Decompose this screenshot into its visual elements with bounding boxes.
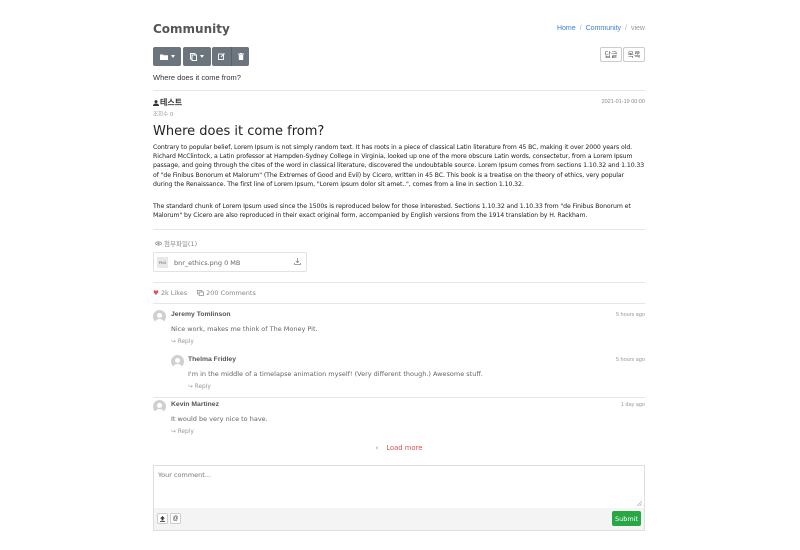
attachments-count: 첨부파일(1): [164, 240, 198, 248]
breadcrumb-community[interactable]: Community: [586, 25, 621, 32]
page-header: Community Home / Community / view: [153, 22, 645, 38]
comment-text: I'm in the middle of a timelapse animati…: [188, 370, 483, 378]
comment-reply-link[interactable]: ↪ Reply: [188, 384, 211, 390]
chevron-left-icon: ‹: [375, 444, 379, 452]
copy-icon: [190, 52, 197, 61]
post-stats: ♥ 2k Likes 200 Comments: [153, 289, 256, 297]
delete-button[interactable]: [231, 47, 249, 66]
divider: [153, 303, 645, 304]
trash-icon: [237, 53, 244, 60]
view-count: 조회수 0: [153, 112, 174, 118]
reply-label: Reply: [177, 429, 194, 435]
folder-dropdown-button[interactable]: [153, 47, 181, 66]
file-type-icon: PNG: [157, 257, 168, 268]
reply-label: Reply: [177, 339, 194, 345]
load-more-button[interactable]: ‹ Load more: [153, 444, 645, 452]
avatar: [171, 355, 184, 368]
reply-icon: ↪: [171, 429, 178, 435]
comment-text: It would be very nice to have.: [171, 415, 268, 423]
attachments-label: 첨부파일(1): [155, 238, 197, 248]
breadcrumb-current: view: [630, 25, 645, 32]
load-more-label: Load more: [386, 444, 423, 452]
avatar: [153, 400, 166, 413]
likes-count: 2k Likes: [160, 289, 188, 297]
divider: [153, 397, 645, 398]
comment-text: Nice work, makes me think of The Money P…: [171, 325, 318, 333]
comment-author[interactable]: Thelma Fridley: [188, 356, 236, 363]
comment-time: 5 hours ago: [615, 357, 645, 363]
avatar: [153, 310, 166, 323]
author-name: 테스트: [160, 98, 183, 107]
comments-stat: 200 Comments: [197, 289, 256, 297]
comment-reply-link[interactable]: ↪ Reply: [171, 339, 194, 345]
breadcrumb-home[interactable]: Home: [557, 25, 576, 32]
reply-icon: ↪: [171, 339, 178, 345]
submit-button[interactable]: Submit: [612, 511, 641, 526]
comments-count: 200 Comments: [206, 289, 256, 297]
divider: [153, 229, 645, 230]
file-name: bnr_ethics.png 0 MB: [174, 259, 241, 267]
chevron-down-icon: [200, 55, 204, 58]
upload-button[interactable]: [157, 513, 168, 524]
upload-icon: [160, 515, 165, 522]
attachment-item[interactable]: PNG bnr_ethics.png 0 MB: [153, 252, 307, 272]
comment-time: 1 day ago: [620, 402, 645, 408]
post-subject: Where does it come from?: [153, 73, 241, 82]
post-paragraph: Contrary to popular belief, Lorem Ipsum …: [153, 144, 645, 188]
list-button[interactable]: 목록: [623, 47, 645, 62]
divider: [153, 90, 645, 91]
mention-button[interactable]: @: [170, 513, 181, 524]
comment-form: @ Submit: [153, 465, 645, 531]
post-toolbar: 답글 목록: [153, 47, 645, 67]
user-icon: [153, 99, 159, 106]
download-icon[interactable]: [294, 258, 301, 265]
edit-button[interactable]: [212, 47, 231, 66]
reply-label: Reply: [194, 384, 211, 390]
page-title: Community: [153, 22, 230, 36]
breadcrumb-separator: /: [579, 25, 582, 32]
copy-dropdown-button[interactable]: [183, 47, 211, 66]
breadcrumb-separator: /: [625, 25, 627, 32]
chevron-down-icon: [170, 55, 175, 58]
comment-time: 5 hours ago: [615, 312, 645, 318]
divider: [153, 282, 645, 283]
comment-reply-link[interactable]: ↪ Reply: [171, 429, 194, 435]
post-date: 2021-01-19 00:00: [601, 99, 645, 105]
comment-icon: [197, 290, 205, 296]
post-paragraph: The standard chunk of Lorem Ipsum used s…: [153, 203, 631, 220]
comment-author[interactable]: Jeremy Tomlinson: [171, 311, 231, 318]
eye-icon: [155, 240, 162, 246]
post-title: Where does it come from?: [153, 124, 325, 139]
breadcrumb: Home / Community / view: [557, 25, 645, 32]
edit-icon: [218, 53, 225, 60]
reply-icon: ↪: [188, 384, 195, 390]
comment-form-footer: @ Submit: [154, 508, 644, 530]
folder-icon: [159, 54, 168, 60]
post-author[interactable]: 테스트: [153, 97, 182, 108]
reply-button[interactable]: 답글: [600, 47, 622, 62]
resize-handle-icon[interactable]: [636, 500, 642, 506]
comment-input[interactable]: [154, 466, 644, 508]
heart-icon[interactable]: ♥: [153, 289, 159, 297]
comment-author[interactable]: Kevin Martinez: [171, 401, 219, 408]
